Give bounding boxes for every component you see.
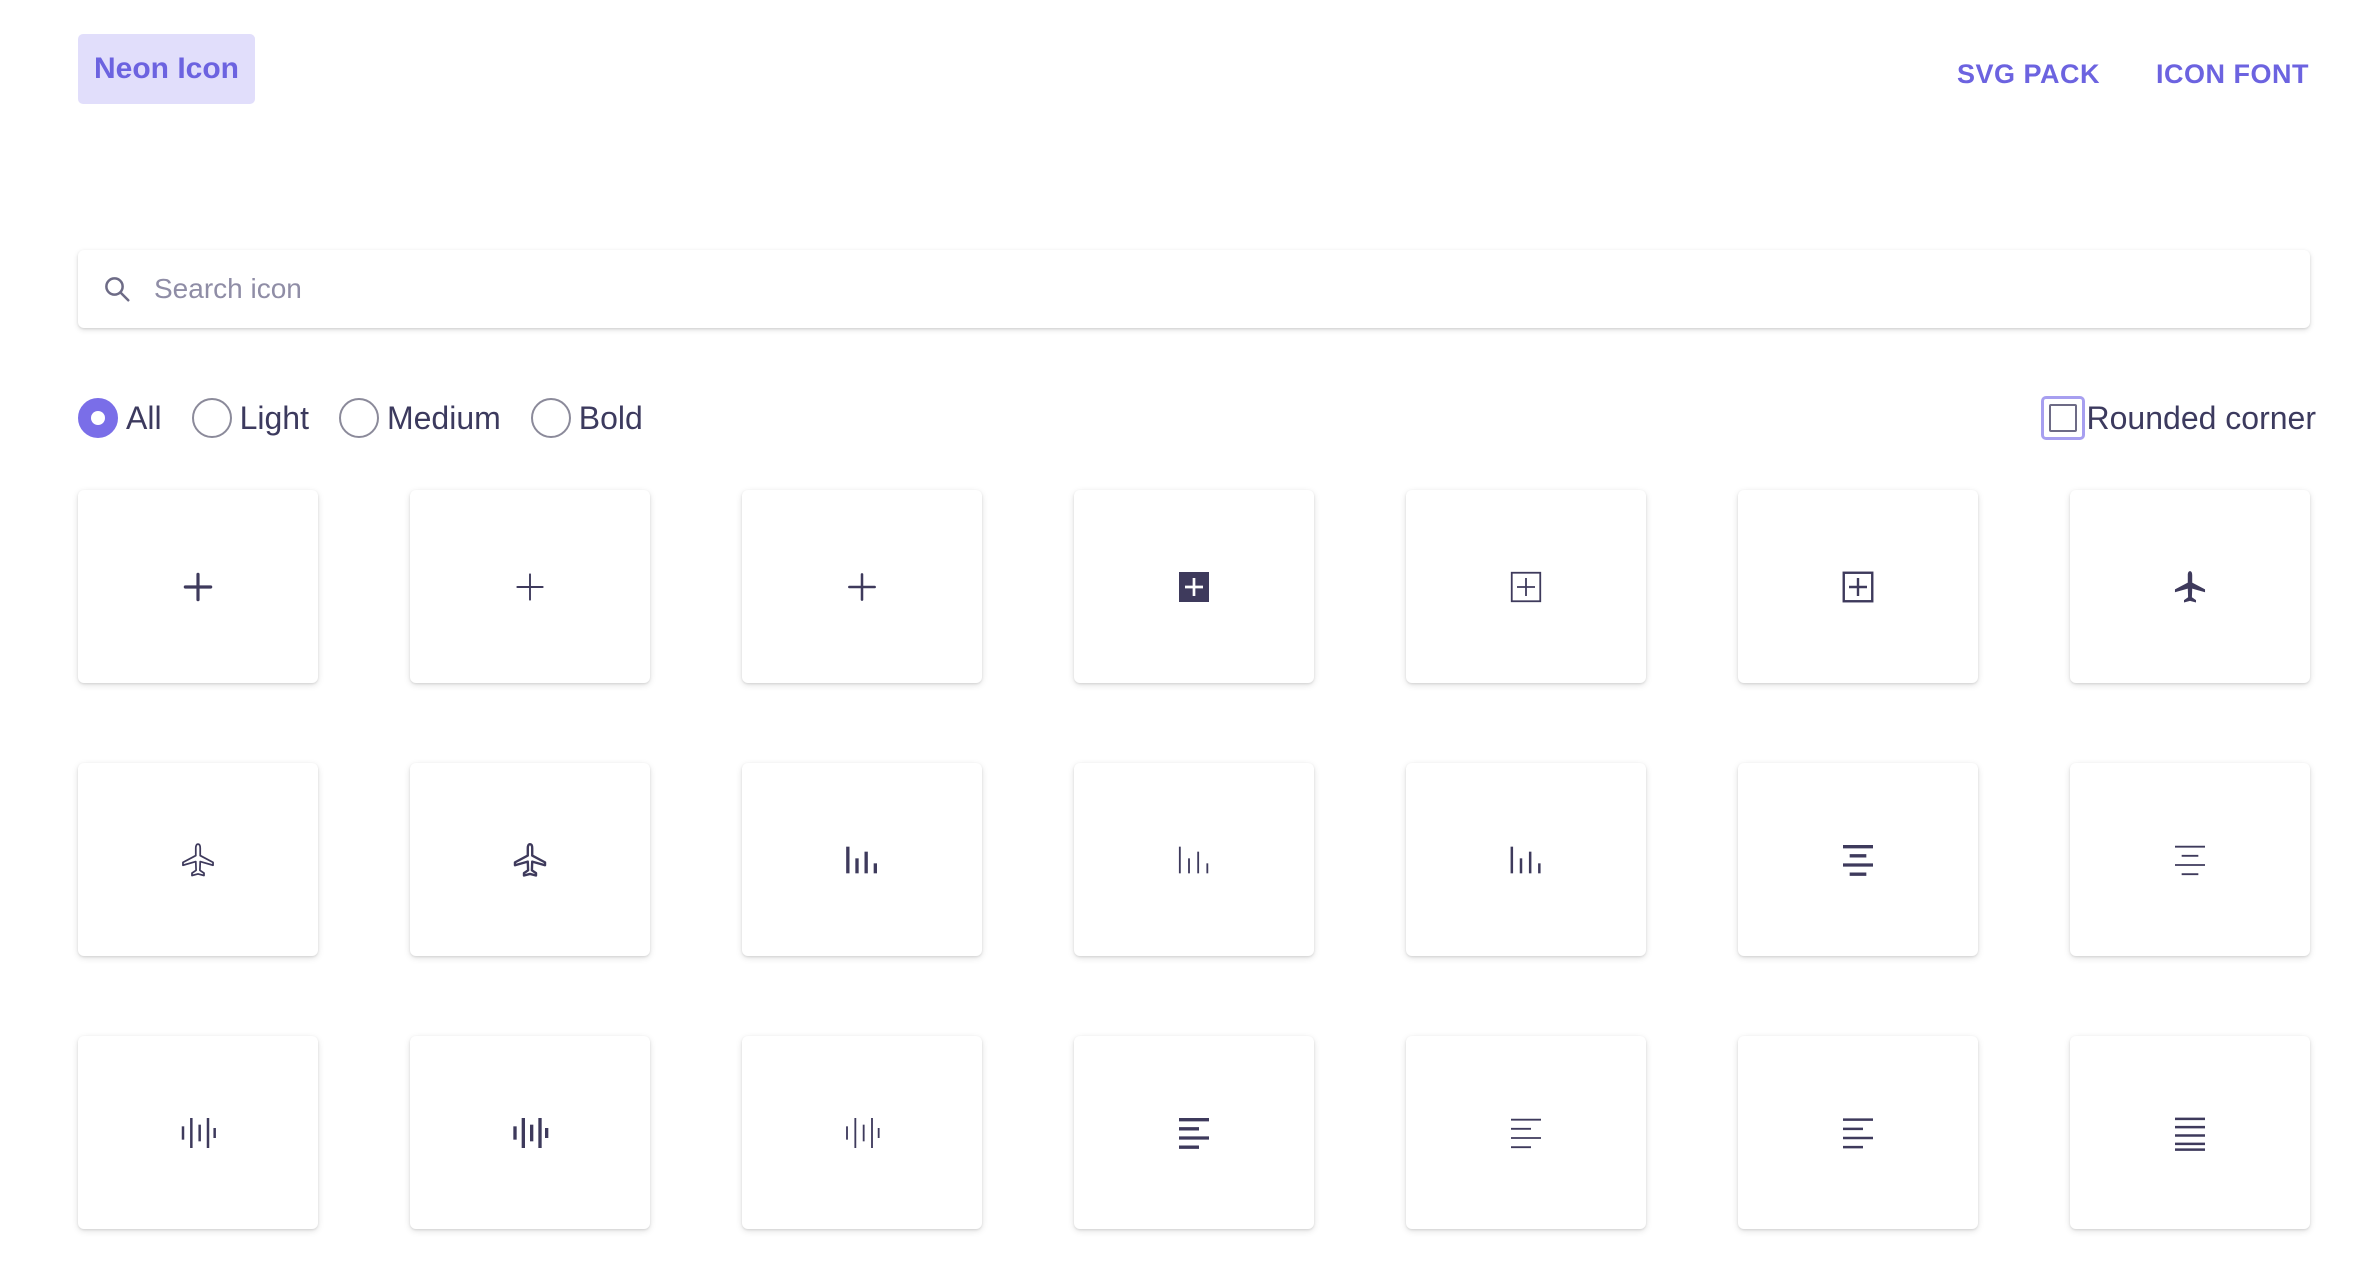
icon-card-bar-chart-light[interactable] xyxy=(1074,763,1314,956)
airplane-icon xyxy=(182,842,214,876)
weight-option-all[interactable]: All xyxy=(78,395,162,441)
radio-light[interactable] xyxy=(191,398,232,438)
audio-wave-icon xyxy=(513,1117,549,1148)
radio-all[interactable] xyxy=(78,398,118,438)
rounded-corner-toggle[interactable]: Rounded corner xyxy=(2040,395,2316,441)
search-bar xyxy=(78,250,2310,328)
align-left-icon xyxy=(1843,1117,1873,1148)
weight-option-light[interactable]: Light xyxy=(191,395,309,441)
radio-label: Bold xyxy=(578,400,643,436)
icon-grid xyxy=(78,490,2310,1229)
icon-card-align-left-medium[interactable] xyxy=(1738,1036,1978,1229)
icon-card-audio-wave-light[interactable] xyxy=(742,1036,982,1229)
align-justify-icon xyxy=(2175,1117,2205,1151)
radio-bold[interactable] xyxy=(530,398,571,438)
add-icon xyxy=(183,572,213,601)
icon-card-align-center-bold[interactable] xyxy=(1738,763,1978,956)
icon-card-align-left-bold[interactable] xyxy=(1074,1036,1314,1229)
add-square-filled-icon xyxy=(1179,571,1209,602)
icon-card-add-square-light[interactable] xyxy=(1406,490,1646,683)
weight-option-bold[interactable]: Bold xyxy=(530,395,643,441)
add-icon xyxy=(848,572,876,601)
icon-card-airplane-filled[interactable] xyxy=(2070,490,2310,683)
icon-card-add-square-filled[interactable] xyxy=(1074,490,1314,683)
icon-card-audio-wave-bold[interactable] xyxy=(410,1036,650,1229)
add-square-icon xyxy=(1842,571,1874,602)
icon-card-add-medium[interactable] xyxy=(742,490,982,683)
align-center-icon xyxy=(1843,844,1873,876)
airplane-filled-icon xyxy=(2174,570,2206,603)
icon-card-audio-wave-medium[interactable] xyxy=(78,1036,318,1229)
icon-card-add-square-medium[interactable] xyxy=(1738,490,1978,683)
icon-card-airplane-light[interactable] xyxy=(78,763,318,956)
add-icon xyxy=(516,572,544,601)
audio-wave-icon xyxy=(181,1117,216,1148)
icon-card-align-justify-medium[interactable] xyxy=(2070,1036,2310,1229)
bar-chart-icon xyxy=(1510,846,1541,873)
logo[interactable]: Neon Icon xyxy=(78,34,256,104)
align-left-icon xyxy=(1179,1117,1209,1149)
radio-label: All xyxy=(126,400,162,436)
icon-card-bar-chart-medium[interactable] xyxy=(1406,763,1646,956)
weight-option-medium[interactable]: Medium xyxy=(338,395,501,441)
radio-label: Medium xyxy=(386,400,501,436)
rounded-corner-checkbox[interactable] xyxy=(2040,396,2085,440)
icon-card-bar-chart-bold[interactable] xyxy=(742,763,982,956)
audio-wave-icon xyxy=(846,1117,880,1148)
bar-chart-icon xyxy=(1178,846,1209,873)
search-icon xyxy=(100,272,134,306)
bar-chart-icon xyxy=(846,846,877,873)
align-center-icon xyxy=(2175,845,2205,875)
top-nav: SVG PACK ICON FONT xyxy=(1957,56,2309,92)
icon-card-airplane-medium[interactable] xyxy=(410,763,650,956)
rounded-corner-label: Rounded corner xyxy=(2086,400,2316,436)
search-input[interactable] xyxy=(152,258,2256,320)
nav-icon-font-link[interactable]: ICON FONT xyxy=(2156,56,2309,92)
icon-card-add-bold[interactable] xyxy=(78,490,318,683)
radio-medium[interactable] xyxy=(338,398,379,438)
icon-card-align-left-light[interactable] xyxy=(1406,1036,1646,1229)
airplane-icon xyxy=(513,842,547,877)
add-square-icon xyxy=(1510,571,1542,602)
radio-label: Light xyxy=(239,400,309,436)
icon-card-align-center-light[interactable] xyxy=(2070,763,2310,956)
align-left-icon xyxy=(1511,1118,1541,1148)
nav-svg-pack-link[interactable]: SVG PACK xyxy=(1957,56,2100,92)
weight-filter-group: All Light Medium Bold xyxy=(78,395,673,441)
icon-card-add-light[interactable] xyxy=(410,490,650,683)
